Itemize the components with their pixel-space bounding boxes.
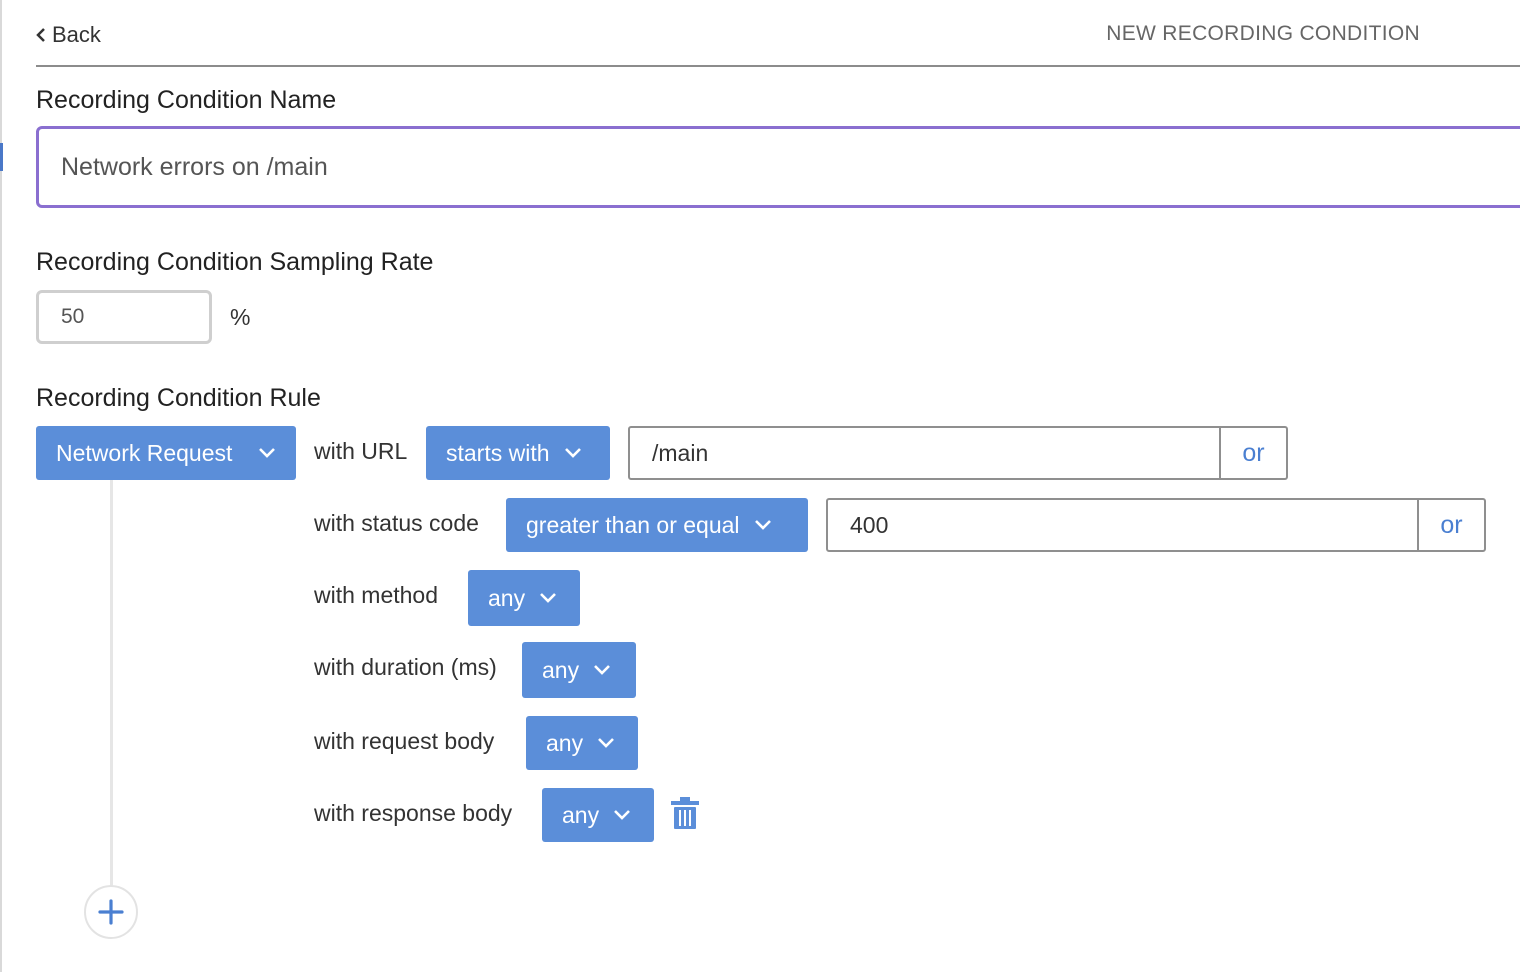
duration-dropdown[interactable]: any [522,642,636,698]
chevron-down-icon [754,520,771,530]
chevron-left-icon [36,28,45,42]
method-value: any [488,584,526,611]
chevron-down-icon [540,593,557,603]
percent-unit: % [230,304,251,330]
rule-type-dropdown[interactable]: Network Request [36,426,296,480]
duration-value: any [542,656,580,683]
response-body-label: with response body [314,800,513,826]
request-body-value: any [546,729,584,756]
rule-type-value: Network Request [56,439,233,466]
status-or-button[interactable]: or [1417,500,1484,550]
condition-name-input[interactable] [36,126,1520,208]
chevron-down-icon [598,738,615,748]
chevron-down-icon [564,448,581,458]
response-body-value: any [562,801,600,828]
left-edge-accent [0,143,3,171]
status-code-field: or [826,498,1486,552]
chevron-down-icon [594,665,611,675]
url-operator-dropdown[interactable]: starts with [426,426,610,480]
chevron-down-icon [614,810,631,820]
plus-icon [98,899,124,925]
header: Back NEW RECORDING CONDITION [36,0,1520,67]
page-title: NEW RECORDING CONDITION [1106,22,1420,45]
request-body-dropdown[interactable]: any [526,716,638,770]
trash-icon[interactable] [670,796,700,830]
status-operator-value: greater than or equal [526,511,740,538]
url-operator-value: starts with [446,439,550,466]
sampling-rate-input[interactable] [36,290,212,344]
status-code-label: with status code [314,510,479,536]
status-code-input[interactable] [828,500,1417,550]
duration-label: with duration (ms) [314,654,497,680]
request-body-label: with request body [314,728,495,754]
rule-connector-line [110,480,113,888]
method-dropdown[interactable]: any [468,570,580,626]
url-label: with URL [314,438,408,464]
response-body-dropdown[interactable]: any [542,788,654,842]
back-button[interactable]: Back [36,22,101,48]
url-value-input[interactable] [630,428,1219,478]
chevron-down-icon [259,448,275,458]
add-rule-button[interactable] [84,885,138,939]
status-operator-dropdown[interactable]: greater than or equal [506,498,808,552]
url-value-field: or [628,426,1288,480]
url-or-button[interactable]: or [1219,428,1286,478]
sampling-rate-label: Recording Condition Sampling Rate [36,248,434,276]
rule-section-label: Recording Condition Rule [36,384,321,412]
name-section-label: Recording Condition Name [36,86,337,114]
back-label: Back [52,22,101,47]
method-label: with method [314,582,439,608]
